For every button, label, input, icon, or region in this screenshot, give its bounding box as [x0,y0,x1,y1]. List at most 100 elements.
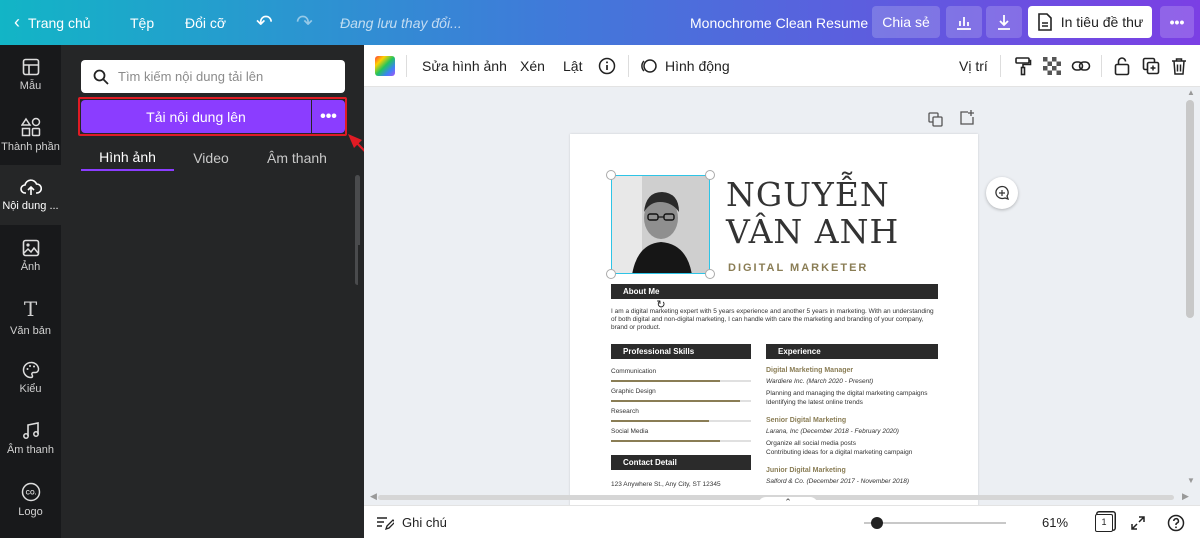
contact-address[interactable]: 123 Anywhere St., Any City, ST 12345 [611,481,721,489]
job-company[interactable]: Wardiere Inc. (March 2020 - Present) [766,378,873,385]
name-line-2: VÂN ANH [726,212,900,251]
search-input[interactable]: Tìm kiếm nội dung tải lên [118,69,263,84]
more-menu-button[interactable]: ••• [1160,6,1194,38]
shapes-icon [20,117,40,137]
skill-fill [611,440,721,442]
scroll-left-arrow[interactable]: ◀ [370,491,377,502]
job-title[interactable]: Junior Digital Marketing [766,467,846,474]
duplicate-icon [1142,57,1160,75]
chevron-up-icon: ⌃ [784,497,792,505]
resize-menu[interactable]: Đổi cỡ [185,0,226,45]
info-button[interactable] [598,45,616,87]
zoom-slider[interactable] [864,522,1006,524]
print-button[interactable]: In tiêu đề thư [1028,6,1152,38]
copy-style-button[interactable] [1014,45,1032,87]
add-page-button[interactable] [959,110,975,131]
job-desc-line: Identifying the latest online trends [766,398,863,406]
comment-icon [995,185,1010,201]
job-title[interactable]: Senior Digital Marketing [766,417,846,424]
top-bar: ‹ Trang chủ Tệp Đổi cỡ ↶ ↷ Đang lưu thay… [0,0,1200,45]
job-company[interactable]: Salford & Co. (December 2017 - November … [766,478,909,485]
resize-handle[interactable] [705,170,715,180]
animate-button[interactable]: Hình động [640,45,730,87]
skill-name[interactable]: Communication [611,368,656,376]
skill-name[interactable]: Social Media [611,428,648,436]
notes-label: Ghi chú [402,515,447,530]
highlight-box [78,97,347,136]
duplicate-page-button[interactable] [928,112,943,132]
lock-button[interactable] [1114,45,1130,87]
skills-heading[interactable]: Professional Skills [611,344,751,359]
rail-item-logo[interactable]: CO. Logo [0,470,61,530]
image-icon [22,239,39,257]
rail-item-elements[interactable]: Thành phần [0,105,61,165]
scroll-up-arrow[interactable]: ▲ [1187,88,1195,97]
rail-item-templates[interactable]: Mẫu [0,45,61,105]
job-description[interactable]: Planning and managing the digital market… [766,390,928,407]
contact-heading[interactable]: Contact Detail [611,455,751,470]
scroll-down-arrow[interactable]: ▼ [1187,476,1195,485]
share-button[interactable]: Chia sẻ [872,6,940,38]
undo-icon[interactable]: ↶ [256,0,273,45]
rail-item-audio[interactable]: Âm thanh [0,409,61,469]
skill-name[interactable]: Research [611,408,639,416]
rail-item-uploads[interactable]: Nội dung ... [0,165,61,225]
crop-button[interactable]: Xén [520,45,545,87]
document-title[interactable]: Monochrome Clean Resume [690,0,868,45]
bar-chart-icon [957,17,971,30]
skill-fill [611,400,740,402]
experience-heading[interactable]: Experience [766,344,938,359]
paint-roller-icon [1015,57,1032,76]
notes-button[interactable]: Ghi chú [376,506,447,539]
resize-handle[interactable] [705,269,715,279]
tab-images[interactable]: Hình ảnh [81,145,174,171]
rail-label: Thành phần [1,141,60,153]
resume-name[interactable]: NGUYỄN VÂN ANH [726,176,899,250]
rail-item-photos[interactable]: Ảnh [0,226,61,286]
about-heading[interactable]: About Me [611,284,938,299]
job-title[interactable]: Digital Marketing Manager [766,367,853,374]
skill-bar [611,380,751,382]
redo-icon[interactable]: ↷ [296,0,313,45]
tab-audio[interactable]: Âm thanh [257,145,337,171]
design-canvas[interactable]: ↻ NGUYỄN VÂN ANH DIGITAL MARKETER About … [364,87,1200,505]
vertical-scrollbar[interactable] [1186,100,1194,318]
skill-name[interactable]: Graphic Design [611,388,656,396]
scroll-right-arrow[interactable]: ▶ [1182,491,1189,502]
duplicate-button[interactable] [1142,45,1160,87]
skill-fill [611,420,709,422]
job-company[interactable]: Larana, Inc (December 2018 - February 20… [766,428,899,435]
transparency-button[interactable] [1043,45,1061,87]
fullscreen-button[interactable] [1130,506,1146,539]
add-comment-button[interactable] [986,177,1018,209]
page-count-button[interactable]: 1 [1095,506,1113,539]
home-button[interactable]: ‹ Trang chủ [14,0,91,45]
insights-button[interactable] [946,6,982,38]
link-button[interactable] [1071,45,1091,87]
job-description[interactable]: Organize all social media posts Contribut… [766,440,912,457]
resize-handle[interactable] [606,269,616,279]
resume-role[interactable]: DIGITAL MARKETER [728,262,868,274]
print-label: In tiêu đề thư [1060,14,1144,30]
tab-videos[interactable]: Video [181,145,241,171]
rail-item-styles[interactable]: Kiểu [0,348,61,408]
templates-icon [22,58,39,76]
resize-handle[interactable] [606,170,616,180]
toolbar-divider [1101,55,1102,77]
delete-button[interactable] [1171,45,1187,87]
download-button[interactable] [986,6,1022,38]
profile-photo[interactable] [611,175,710,274]
color-picker-button[interactable] [375,45,395,87]
edit-image-button[interactable]: Sửa hình ảnh [422,45,507,87]
about-text[interactable]: I am a digital marketing expert with 5 y… [611,308,938,332]
show-pages-button[interactable]: ⌃ [758,497,818,505]
position-button[interactable]: Vị trí [959,45,988,87]
flip-button[interactable]: Lật [563,45,582,87]
file-menu[interactable]: Tệp [130,0,154,45]
zoom-level[interactable]: 61% [1042,506,1068,539]
resume-page[interactable]: ↻ NGUYỄN VÂN ANH DIGITAL MARKETER About … [570,134,978,505]
search-box[interactable]: Tìm kiếm nội dung tải lên [81,60,345,93]
help-button[interactable] [1167,506,1185,539]
zoom-slider-handle[interactable] [871,517,884,529]
rail-item-text[interactable]: T Văn bản [0,287,61,347]
